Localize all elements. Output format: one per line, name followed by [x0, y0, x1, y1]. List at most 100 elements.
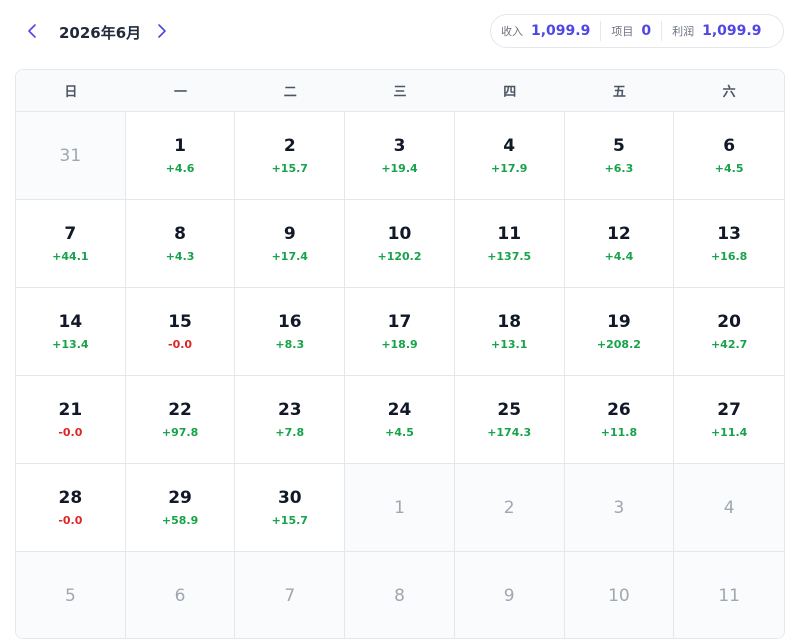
- day-cell[interactable]: 13 +16.8: [674, 200, 784, 288]
- day-profit: +15.7: [271, 514, 308, 527]
- day-profit: +17.4: [271, 250, 308, 263]
- day-number: 23: [277, 400, 302, 420]
- summary-projects-value: 0: [641, 23, 652, 39]
- day-cell-other-month[interactable]: 3: [564, 464, 675, 552]
- day-cell[interactable]: 28 -0.0: [16, 464, 126, 552]
- day-cell[interactable]: 19 +208.2: [564, 288, 675, 376]
- day-cell[interactable]: 27 +11.4: [674, 376, 784, 464]
- day-cell[interactable]: 22 +97.8: [125, 376, 236, 464]
- day-profit: -0.0: [58, 514, 83, 527]
- summary-profit-label: 利润: [672, 25, 695, 38]
- day-cell[interactable]: 8 +4.3: [125, 200, 236, 288]
- day-cell-other-month[interactable]: 1: [345, 464, 455, 552]
- day-cell[interactable]: 4 +17.9: [454, 112, 565, 200]
- day-cell[interactable]: 6 +4.5: [674, 112, 784, 200]
- day-cell-other-month[interactable]: 7: [235, 552, 346, 638]
- day-profit: +208.2: [596, 338, 641, 351]
- day-cell[interactable]: 1 +4.6: [125, 112, 236, 200]
- day-cell[interactable]: 26 +11.8: [564, 376, 675, 464]
- day-number: 15: [168, 312, 192, 332]
- day-cell-other-month[interactable]: 5: [16, 552, 126, 638]
- summary-projects-label: 项目: [611, 25, 634, 38]
- day-number: 3: [613, 497, 625, 518]
- day-cell[interactable]: 23 +7.8: [235, 376, 346, 464]
- chevron-left-icon: [28, 24, 36, 38]
- day-number: 17: [387, 312, 412, 332]
- day-cell[interactable]: 7 +44.1: [16, 200, 126, 288]
- day-number: 6: [174, 585, 186, 606]
- day-cell[interactable]: 16 +8.3: [235, 288, 346, 376]
- day-number: 13: [717, 224, 741, 244]
- day-number: 8: [394, 585, 405, 606]
- day-grid: 31 1 +4.6 2 +15.7 3 +19.4 4 +17.9 5 +6.3 6 +4.5 7 +44.…: [16, 112, 784, 638]
- day-cell[interactable]: 2 +15.7: [235, 112, 346, 200]
- day-number: 11: [497, 224, 522, 244]
- day-number: 28: [58, 488, 83, 508]
- day-cell-other-month[interactable]: 6: [125, 552, 236, 638]
- day-cell-other-month[interactable]: 9: [454, 552, 565, 638]
- day-profit: -0.0: [58, 426, 83, 439]
- day-profit: +13.1: [491, 338, 528, 351]
- day-cell[interactable]: 18 +13.1: [454, 288, 565, 376]
- day-cell[interactable]: 20 +42.7: [674, 288, 784, 376]
- day-number: 1: [394, 497, 405, 518]
- day-profit: +4.3: [165, 250, 195, 263]
- day-cell[interactable]: 14 +13.4: [16, 288, 126, 376]
- day-number: 9: [503, 585, 515, 606]
- day-profit: +137.5: [487, 250, 532, 263]
- day-number: 1: [174, 136, 186, 156]
- day-cell[interactable]: 29 +58.9: [125, 464, 236, 552]
- day-number: 20: [717, 312, 741, 332]
- day-profit: +11.8: [600, 426, 638, 439]
- day-cell-other-month[interactable]: 11: [674, 552, 784, 638]
- day-cell-other-month[interactable]: 2: [454, 464, 565, 552]
- day-cell[interactable]: 25 +174.3: [454, 376, 565, 464]
- day-number: 8: [174, 224, 186, 244]
- summary-profit: 利润 1,099.9: [661, 21, 771, 41]
- day-profit: +7.8: [275, 426, 305, 439]
- day-cell[interactable]: 21 -0.0: [16, 376, 126, 464]
- day-number: 5: [613, 136, 625, 156]
- day-profit: +8.3: [275, 338, 305, 351]
- day-profit: +18.9: [381, 338, 418, 351]
- day-cell[interactable]: 5 +6.3: [564, 112, 675, 200]
- day-cell[interactable]: 12 +4.4: [564, 200, 675, 288]
- weekday-fri: 五: [612, 85, 626, 100]
- day-cell-other-month[interactable]: 4: [674, 464, 784, 552]
- day-number: 4: [723, 497, 735, 518]
- day-profit: +120.2: [377, 250, 422, 263]
- weekday-tue: 二: [283, 85, 297, 100]
- day-cell[interactable]: 15 -0.0: [125, 288, 236, 376]
- day-cell[interactable]: 10 +120.2: [345, 200, 455, 288]
- day-number: 22: [168, 400, 192, 420]
- weekday-header: 日 一 二 三 四 五 六: [16, 70, 784, 112]
- day-number: 25: [497, 400, 522, 420]
- calendar-header: 2026年6月 收入 1,099.9 项目 0 利润 1,099.9: [0, 0, 790, 68]
- day-cell[interactable]: 3 +19.4: [345, 112, 455, 200]
- day-profit: +13.4: [52, 338, 89, 351]
- day-number: 7: [284, 585, 296, 606]
- day-number: 30: [277, 488, 302, 508]
- next-month-button[interactable]: [151, 20, 173, 42]
- day-profit: +16.8: [710, 250, 748, 263]
- day-cell-other-month[interactable]: 31: [16, 112, 126, 200]
- day-profit: +4.5: [385, 426, 414, 439]
- day-number: 6: [723, 136, 736, 156]
- day-cell[interactable]: 17 +18.9: [345, 288, 455, 376]
- day-cell[interactable]: 11 +137.5: [454, 200, 565, 288]
- day-cell[interactable]: 9 +17.4: [235, 200, 346, 288]
- day-profit: +174.3: [487, 426, 532, 439]
- summary-profit-value: 1,099.9: [702, 23, 762, 39]
- day-cell[interactable]: 24 +4.5: [345, 376, 455, 464]
- prev-month-button[interactable]: [21, 20, 43, 42]
- weekday-wed: 三: [393, 85, 407, 100]
- day-cell-other-month[interactable]: 10: [564, 552, 675, 638]
- weekday-sun: 日: [64, 85, 78, 100]
- day-number: 9: [283, 224, 296, 244]
- day-cell[interactable]: 30 +15.7: [235, 464, 346, 552]
- weekday-thu: 四: [503, 85, 517, 100]
- day-number: 18: [497, 312, 522, 332]
- day-number: 31: [59, 145, 82, 166]
- day-cell-other-month[interactable]: 8: [345, 552, 455, 638]
- weekday-mon: 一: [174, 85, 188, 100]
